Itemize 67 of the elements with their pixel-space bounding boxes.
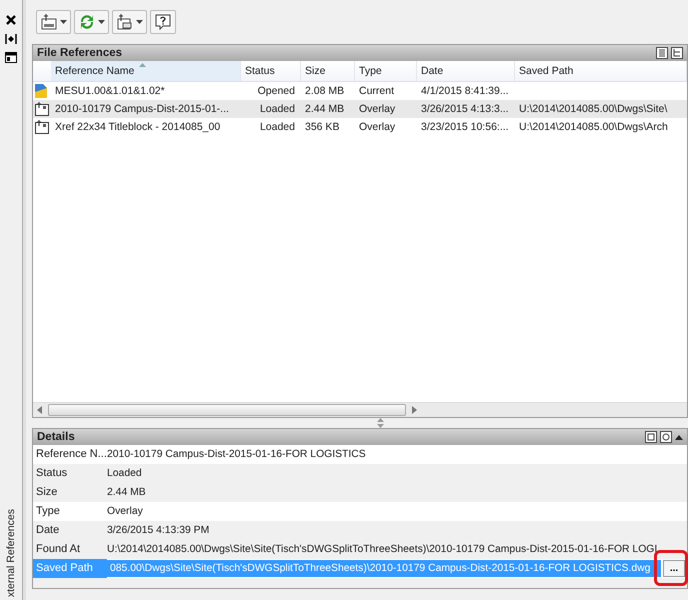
details-view-icon[interactable] bbox=[660, 431, 672, 443]
table-cell-text: MESU1.00&1.01&1.02* bbox=[54, 85, 166, 97]
property-label: Found At bbox=[35, 542, 82, 557]
drawing-file-icon bbox=[34, 83, 50, 99]
document-icon bbox=[116, 13, 134, 31]
table-cell-text: Loaded bbox=[258, 103, 296, 115]
caret-icon bbox=[60, 20, 67, 24]
column-header[interactable]: Status bbox=[241, 61, 301, 81]
refresh-icon bbox=[78, 13, 96, 31]
reference-row[interactable]: Xref 22x34 Titleblock - 2014085_00 Loaded 356 KB Overlay 3/23/2015 10:56:... U:\2014\2014085.00\Dwgs\Arch bbox=[33, 118, 687, 136]
column-header[interactable]: Reference Name bbox=[51, 61, 241, 81]
collapse-icon[interactable] bbox=[675, 434, 683, 440]
preview-icon[interactable] bbox=[645, 431, 657, 443]
change-path-button[interactable] bbox=[112, 10, 147, 34]
properties-icon[interactable] bbox=[5, 52, 17, 63]
panel-title: Details bbox=[37, 431, 76, 443]
close-icon[interactable] bbox=[5, 14, 17, 26]
xref-icon bbox=[34, 101, 50, 117]
property-label: Status bbox=[35, 466, 68, 481]
property-label: Type bbox=[35, 504, 61, 519]
property-value: 3/26/2015 4:13:39 PM bbox=[107, 525, 210, 536]
property-label: Size bbox=[35, 485, 58, 500]
help-icon bbox=[154, 13, 172, 31]
property-label: Date bbox=[35, 523, 60, 538]
horizontal-scrollbar[interactable] bbox=[33, 402, 687, 417]
table-cell-text: Loaded bbox=[258, 121, 296, 133]
column-header[interactable]: Size bbox=[301, 61, 355, 81]
attach-dwg-icon bbox=[40, 13, 58, 31]
browse-button[interactable]: ... bbox=[663, 560, 685, 577]
reference-row[interactable]: 2010-10179 Campus-Dist-2015-01-... Loaded 2.44 MB Overlay 3/26/2015 4:13:3... U:\2014\2014085.00\Dwgs\Site\ bbox=[33, 100, 687, 118]
property-label: Saved Path bbox=[33, 559, 107, 578]
column-header[interactable]: Date bbox=[417, 61, 515, 81]
property-value: 2.44 MB bbox=[107, 487, 146, 498]
table-cell-text: 2.08 MB bbox=[304, 85, 346, 97]
table-cell-text: 3/23/2015 10:56:... bbox=[420, 121, 510, 133]
column-header[interactable]: Saved Path bbox=[515, 61, 687, 81]
attach-button[interactable] bbox=[36, 10, 71, 34]
table-cell-text: U:\2014\2014085.00\Dwgs\Arch bbox=[518, 121, 669, 133]
property-label: Reference N... bbox=[35, 447, 107, 462]
table-cell-text: Current bbox=[358, 85, 396, 97]
panel-title: File References bbox=[37, 47, 124, 59]
caret-icon bbox=[98, 20, 105, 24]
pin-icon[interactable] bbox=[5, 34, 17, 44]
table-cell-text: 2010-10179 Campus-Dist-2015-01-... bbox=[54, 103, 230, 115]
table-cell-text: 356 KB bbox=[304, 121, 340, 133]
property-value: Overlay bbox=[107, 506, 143, 517]
table-cell-text: U:\2014\2014085.00\Dwgs\Site\ bbox=[518, 103, 668, 115]
scroll-left-icon[interactable] bbox=[36, 406, 44, 414]
caret-icon bbox=[136, 20, 143, 24]
table-cell-text: 2.44 MB bbox=[304, 103, 346, 115]
table-cell-text: 3/26/2015 4:13:3... bbox=[420, 103, 510, 115]
table-cell-text: 4/1/2015 8:41:39... bbox=[420, 85, 510, 97]
table-cell-text: Overlay bbox=[358, 121, 396, 133]
list-view-icon[interactable] bbox=[656, 47, 668, 59]
table-cell-text: Opened bbox=[256, 85, 296, 97]
help-button[interactable] bbox=[150, 10, 176, 34]
property-value: Loaded bbox=[107, 468, 142, 479]
scroll-right-icon[interactable] bbox=[410, 406, 418, 414]
sort-arrow-icon bbox=[139, 63, 146, 67]
table-cell-text: Xref 22x34 Titleblock - 2014085_00 bbox=[54, 121, 222, 133]
palette-title: xternal References bbox=[5, 508, 17, 597]
table-cell-text: Overlay bbox=[358, 103, 396, 115]
column-header[interactable]: Type bbox=[355, 61, 417, 81]
property-value: U:\2014\2014085.00\Dwgs\Site\Site(Tisch'sDWGSplitToThreeSheets)\2010-10179 Campus-Dist-2015-01-16-FOR LOGI bbox=[107, 544, 658, 555]
reference-row[interactable]: MESU1.00&1.01&1.02* Opened 2.08 MB Current 4/1/2015 8:41:39... bbox=[33, 82, 687, 100]
tree-view-icon[interactable] bbox=[671, 47, 683, 59]
property-value: 2010-10179 Campus-Dist-2015-01-16-FOR LOGISTICS bbox=[107, 449, 366, 460]
